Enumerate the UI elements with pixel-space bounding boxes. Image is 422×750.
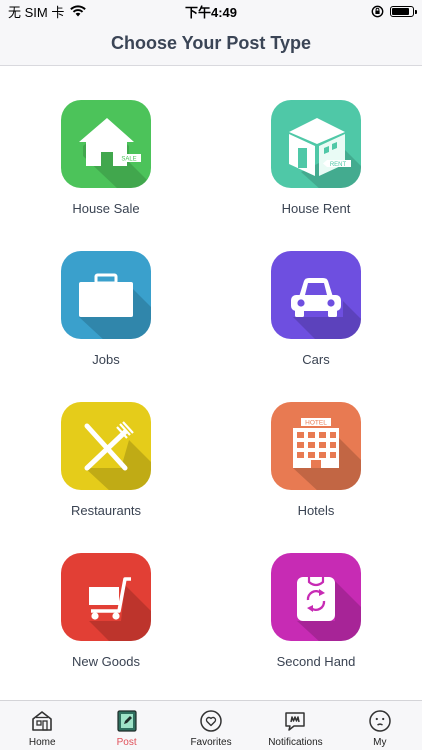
tab-home[interactable]: Home [0,701,84,750]
tab-favorites[interactable]: Favorites [169,701,253,750]
fork-knife-icon [61,402,151,490]
post-type-house-sale[interactable]: SALE House Sale [16,66,196,216]
post-type-label: House Rent [281,201,351,216]
house-sale-icon: SALE [61,100,151,188]
tab-post[interactable]: Post [84,701,168,750]
post-type-label: Cars [302,352,330,367]
tab-label: Home [28,737,56,748]
post-type-house-rent[interactable]: RENT House Rent [226,66,406,216]
post-type-label: Second Hand [276,654,356,669]
svg-text:SALE: SALE [121,157,136,163]
profile-face-icon [369,710,391,732]
home-icon [32,711,53,731]
status-bar: 无 SIM 卡 下午4:49 [0,0,422,22]
tab-label: Favorites [190,737,232,748]
post-icon [117,710,137,732]
hotel-icon: HOTEL [271,402,361,490]
tab-label: Post [116,737,137,748]
post-type-label: New Goods [72,654,140,669]
page-title: Choose Your Post Type [110,33,312,53]
post-type-label: Jobs [92,352,120,367]
briefcase-icon [61,251,151,339]
tab-label: Notifications [268,737,323,748]
post-type-label: House Sale [72,201,140,216]
post-type-label: Hotels [297,503,335,518]
tab-my[interactable]: My [338,701,422,750]
post-type-label: Restaurants [70,503,142,518]
post-type-restaurants[interactable]: Restaurants [16,368,196,518]
status-left: 无 SIM 卡 [8,2,87,21]
tab-notifications[interactable]: Notifications [253,701,337,750]
post-type-jobs[interactable]: Jobs [16,217,196,367]
post-type-grid: SALE House Sale RENT House Rent Jobs Car… [0,66,422,700]
recycle-bag-icon [271,553,361,641]
tab-label: My [373,737,387,748]
carrier-label: 无 SIM 卡 [8,4,65,20]
house-rent-icon: RENT [271,100,361,188]
post-type-cars[interactable]: Cars [226,217,406,367]
battery-level [392,7,409,15]
post-type-new-goods[interactable]: New Goods [16,519,196,669]
car-icon [271,251,361,339]
post-type-second-hand[interactable]: Second Hand [226,519,406,669]
status-right [371,5,417,18]
svg-text:RENT: RENT [330,162,347,168]
orientation-lock-icon [371,5,384,17]
tab-bar: Home Post Favorites Notifications My [0,700,422,750]
nav-bar: Choose Your Post Type [0,22,422,66]
post-type-hotels[interactable]: HOTEL Hotels [226,368,406,518]
heart-icon [200,710,222,732]
wifi-icon [70,5,87,17]
svg-text:HOTEL: HOTEL [305,420,327,427]
battery-icon [390,5,417,17]
shopping-cart-icon [61,553,151,641]
notification-icon [285,712,306,731]
